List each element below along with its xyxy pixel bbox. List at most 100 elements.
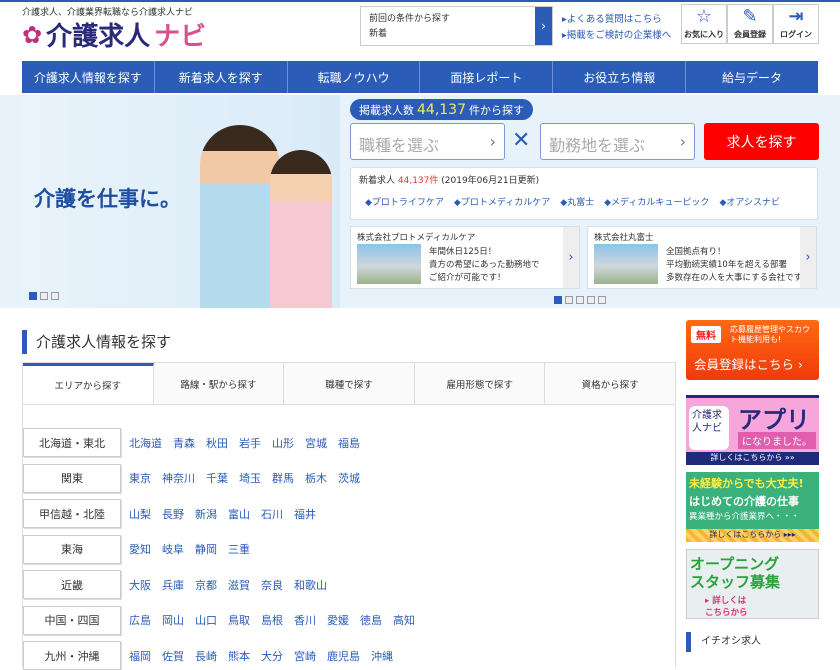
region-label[interactable]: 北海道・東北 [23, 428, 121, 457]
prefecture-link[interactable]: 大阪 [129, 577, 151, 593]
prefecture-link[interactable]: 青森 [173, 435, 195, 451]
prefecture-link[interactable]: 愛知 [129, 541, 151, 557]
nav-knowhow[interactable]: 転職ノウハウ [288, 61, 421, 93]
prefecture-link[interactable]: 岩手 [239, 435, 261, 451]
prefecture-link[interactable]: 京都 [195, 577, 217, 593]
prefecture-link[interactable]: 鹿児島 [327, 648, 360, 664]
location-select[interactable]: 勤務地を選ぶ › [540, 123, 695, 160]
chevron-right-icon[interactable]: › [563, 227, 579, 288]
card-line: 貴方の希望にあった勤務地で [429, 260, 540, 270]
tab-employment[interactable]: 雇用形態で探す [414, 363, 546, 404]
prefecture-link[interactable]: 岡山 [162, 612, 184, 628]
login-button[interactable]: ⇥ ログイン [773, 4, 819, 44]
favorites-button[interactable]: ☆ お気に入り [681, 4, 727, 44]
login-label: ログイン [780, 30, 812, 39]
prefecture-link[interactable]: 神奈川 [162, 470, 195, 486]
prefecture-link[interactable]: 栃木 [305, 470, 327, 486]
featured-company-card[interactable]: 株式会社丸富士 全国拠点有り！ 平均勤続実績10年を超える部署 多数存在の人を大事に… [587, 226, 817, 289]
hero-slide-image[interactable]: 介護を仕事に。 [22, 95, 340, 308]
prefecture-link[interactable]: 山形 [272, 435, 294, 451]
prefecture-link[interactable]: 兵庫 [162, 577, 184, 593]
banner-line: はじめての介護の仕事 [689, 495, 799, 508]
prefecture-link[interactable]: 三重 [228, 541, 250, 557]
prefecture-link[interactable]: 和歌山 [294, 577, 327, 593]
chevron-right-icon[interactable]: › [535, 7, 552, 45]
prefecture-link[interactable]: 島根 [261, 612, 283, 628]
nav-interview[interactable]: 面接レポート [420, 61, 554, 93]
card-slide-dots[interactable] [554, 296, 606, 304]
prefecture-link[interactable]: 佐賀 [162, 648, 184, 664]
prefecture-link[interactable]: 徳島 [360, 612, 382, 628]
site-logo[interactable]: ✿ 介護求人 ナビ [22, 16, 206, 53]
company-link[interactable]: ◆プロトメディカルケア [454, 195, 550, 208]
prefecture-link[interactable]: 愛媛 [327, 612, 349, 628]
job-type-select[interactable]: 職種を選ぶ › [350, 123, 505, 160]
prefecture-link[interactable]: 福岡 [129, 648, 151, 664]
prefecture-link[interactable]: 大分 [261, 648, 283, 664]
prefecture-link[interactable]: 福井 [294, 506, 316, 522]
region-label[interactable]: 九州・沖縄 [23, 641, 121, 670]
prefecture-link[interactable]: 茨城 [338, 470, 360, 486]
prefecture-link[interactable]: 長野 [162, 506, 184, 522]
opening-staff-banner[interactable]: オープニング スタッフ募集 ▸ 詳しくは こちらから [686, 549, 819, 619]
faq-link[interactable]: ▸よくある質問はこちら [562, 12, 671, 28]
employer-link[interactable]: ▸掲載をご検討の企業様へ [562, 28, 671, 44]
prefecture-link[interactable]: 熊本 [228, 648, 250, 664]
app-banner[interactable]: 介護求人ナビ アプリ になりました。 詳しくはこちらから »» [686, 395, 819, 465]
prefecture-link[interactable]: 秋田 [206, 435, 228, 451]
prefecture-link[interactable]: 香川 [294, 612, 316, 628]
prefecture-link[interactable]: 福島 [338, 435, 360, 451]
nav-useful-info[interactable]: お役立ち情報 [553, 61, 687, 93]
register-button[interactable]: ✎ 会員登録 [727, 4, 773, 44]
region-label[interactable]: 近畿 [23, 570, 121, 599]
company-link[interactable]: ◆メディカルキューピック [604, 195, 709, 208]
search-jobs-button[interactable]: 求人を探す [704, 123, 819, 160]
prefecture-link[interactable]: 群馬 [272, 470, 294, 486]
tab-qualification[interactable]: 資格から探す [545, 363, 675, 404]
region-label[interactable]: 甲信越・北陸 [23, 499, 121, 528]
featured-company-card[interactable]: 株式会社プロトメディカルケア 年間休日125日！ 貴方の希望にあった勤務地で ご紹介… [350, 226, 580, 289]
prefecture-link[interactable]: 千葉 [206, 470, 228, 486]
prefecture-link[interactable]: 静岡 [195, 541, 217, 557]
prefecture-link[interactable]: 沖縄 [371, 648, 393, 664]
prefecture-link[interactable]: 山梨 [129, 506, 151, 522]
banner-more: 詳しくはこちらから ▸▸▸ [686, 529, 819, 542]
nav-search-jobs[interactable]: 介護求人情報を探す [22, 61, 155, 93]
region-label[interactable]: 東海 [23, 534, 121, 564]
prefecture-link[interactable]: 奈良 [261, 577, 283, 593]
hero-slide-dots[interactable] [29, 292, 59, 300]
card-line: 多数存在の人を大事にする会社です [666, 273, 803, 283]
prefecture-link[interactable]: 宮城 [305, 435, 327, 451]
prefecture-link[interactable]: 鳥取 [228, 612, 250, 628]
company-link[interactable]: ◆プロトライフケア [365, 195, 444, 208]
tab-area[interactable]: エリアから探す [23, 363, 154, 404]
region-label[interactable]: 関東 [23, 463, 121, 493]
prefecture-link[interactable]: 岐阜 [162, 541, 184, 557]
prefecture-link[interactable]: 広島 [129, 612, 151, 628]
company-link[interactable]: ◆オアシスナビ [719, 195, 780, 208]
prefecture-link[interactable]: 高知 [393, 612, 415, 628]
prefecture-link[interactable]: 富山 [228, 506, 250, 522]
tab-line-station[interactable]: 路線・駅から探す [153, 363, 285, 404]
prefecture-link[interactable]: 長崎 [195, 648, 217, 664]
member-register-banner[interactable]: 無料 応募履歴管理やスカウト機能利用も! 会員登録はこちら › [686, 320, 819, 380]
card-line: 年間休日125日！ [429, 247, 497, 257]
nav-salary[interactable]: 給与データ [686, 61, 818, 93]
prefecture-link[interactable]: 石川 [261, 506, 283, 522]
prefecture-link[interactable]: 新潟 [195, 506, 217, 522]
region-label[interactable]: 中国・四国 [23, 605, 121, 635]
nav-new-jobs[interactable]: 新着求人を探す [155, 61, 288, 93]
prefecture-link[interactable]: 宮崎 [294, 648, 316, 664]
prefecture-link[interactable]: 埼玉 [239, 470, 261, 486]
prefecture-link[interactable]: 東京 [129, 470, 151, 486]
login-icon: ⇥ [788, 6, 804, 27]
prefecture-link[interactable]: 山口 [195, 612, 217, 628]
prefecture-link[interactable]: 北海道 [129, 435, 162, 451]
register-subtext: 応募履歴管理やスカウト機能利用も! [730, 325, 810, 344]
chevron-right-icon[interactable]: › [800, 227, 816, 288]
inexperienced-banner[interactable]: 未経験からでも大丈夫! はじめての介護の仕事 異業種から介護業界へ・・・ 詳しく… [686, 472, 819, 542]
previous-search[interactable]: 前回の条件から探す 新着 › [360, 6, 553, 46]
tab-job-type[interactable]: 職種で探す [284, 363, 415, 404]
company-link[interactable]: ◆丸富士 [560, 195, 594, 208]
prefecture-link[interactable]: 滋賀 [228, 577, 250, 593]
